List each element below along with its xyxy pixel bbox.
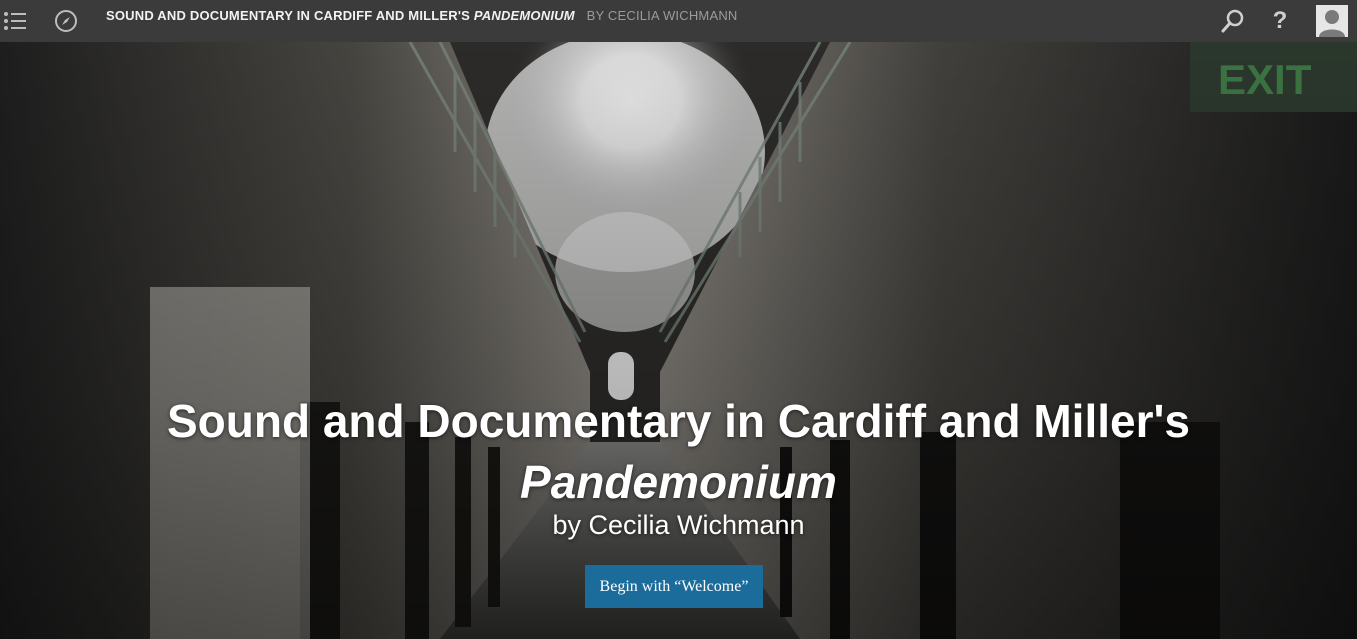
book-author: BY CECILIA WICHMANN [586,8,738,23]
menu-icon[interactable] [0,0,30,42]
book-title[interactable]: SOUND AND DOCUMENTARY IN CARDIFF AND MIL… [106,0,738,32]
cellblock-corridor-background: EXIT [0,42,1357,639]
page-title-line2: Pandemonium [520,456,837,508]
page-title-line1: Sound and Documentary in Cardiff and Mil… [166,395,1191,447]
help-icon[interactable]: ? [1268,0,1292,42]
begin-welcome-button[interactable]: Begin with “Welcome” [585,565,763,608]
book-title-italic: PANDEMONIUM [473,8,575,23]
search-icon[interactable] [1218,0,1248,42]
top-navigation-bar: SOUND AND DOCUMENTARY IN CARDIFF AND MIL… [0,0,1357,42]
user-icon[interactable] [1315,0,1349,42]
book-title-main: SOUND AND DOCUMENTARY IN CARDIFF AND MIL… [106,8,471,23]
compass-icon[interactable] [52,0,80,42]
hero-section: EXIT Sound and Documentary in Cardiff an… [0,42,1357,639]
author-byline: by Cecilia Wichmann [552,510,805,540]
